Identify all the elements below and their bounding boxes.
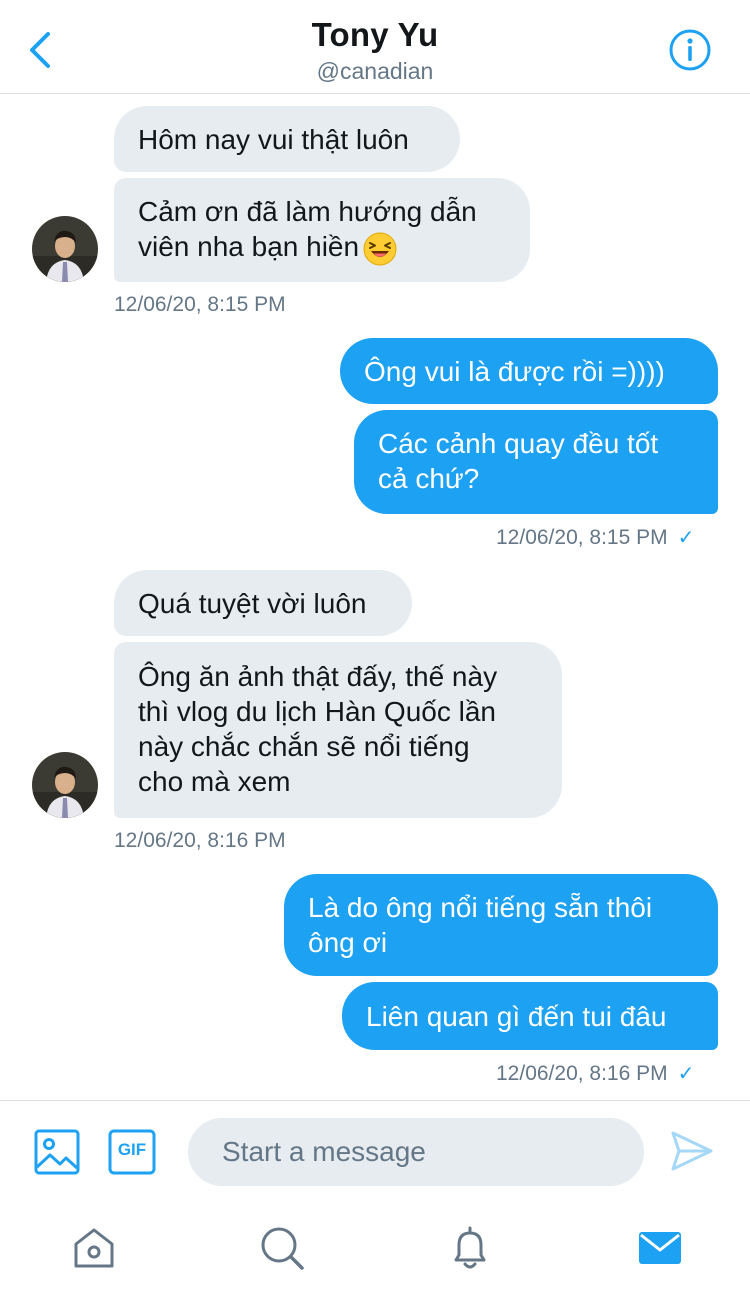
message-text: ông ơi (308, 927, 388, 958)
message-timestamp: 12/06/20, 8:16 PM (114, 829, 286, 852)
message-text: thì vlog du lịch Hàn Quốc lần (138, 696, 496, 727)
message-timestamp: 12/06/20, 8:16 PM ✓ (496, 1061, 694, 1086)
incoming-message-bubble[interactable]: Hôm nay vui thật luôn (114, 106, 460, 172)
messages-icon (639, 1232, 681, 1264)
avatar[interactable] (32, 752, 98, 818)
message-text: Ông vui là được rồi =)))) (364, 355, 665, 387)
message-text: Cảm ơn đã làm hướng dẫn (138, 196, 477, 227)
notifications-icon (454, 1226, 486, 1269)
timestamp-text: 12/06/20, 8:16 PM (496, 1062, 668, 1085)
add-image-button[interactable] (34, 1129, 80, 1175)
message-text: viên nha bạn hiền (138, 231, 360, 262)
message-text: này chắc chắn sẽ nổi tiếng (138, 731, 470, 762)
incoming-message-bubble[interactable]: Cảm ơn đã làm hướng dẫn viên nha bạn hiề… (114, 178, 530, 282)
info-icon (669, 29, 711, 71)
info-button[interactable] (668, 28, 712, 72)
add-gif-button[interactable]: GIF (108, 1129, 156, 1175)
read-check-icon: ✓ (677, 527, 695, 549)
send-icon (671, 1131, 713, 1171)
outgoing-message-bubble[interactable]: Là do ông nổi tiếng sẵn thôi ông ơi (284, 874, 718, 976)
timestamp-text: 12/06/20, 8:15 PM (496, 526, 668, 549)
incoming-message-bubble[interactable]: Ông ăn ảnh thật đấy, thế này thì vlog du… (114, 642, 562, 818)
avatar[interactable] (32, 216, 98, 282)
message-timestamp: 12/06/20, 8:15 PM (114, 293, 286, 316)
image-icon (34, 1129, 80, 1175)
incoming-message-bubble[interactable]: Quá tuyệt vời luôn (114, 570, 412, 636)
contact-name[interactable]: Tony Yu (0, 16, 750, 54)
message-text: Liên quan gì đến tui đâu (366, 1000, 667, 1032)
send-button[interactable] (670, 1129, 714, 1173)
tab-home[interactable] (70, 1224, 118, 1272)
read-check-icon: ✓ (677, 1063, 695, 1085)
message-text: cả chứ? (378, 463, 480, 494)
search-icon (261, 1227, 304, 1270)
avatar-image (32, 216, 98, 282)
outgoing-message-bubble[interactable]: Liên quan gì đến tui đâu (342, 982, 718, 1050)
laughing-face-emoji-icon (363, 232, 397, 266)
gif-label: GIF (117, 1140, 147, 1159)
message-composer: GIF (0, 1100, 750, 1200)
tab-notifications[interactable] (446, 1224, 494, 1272)
conversation-header: Tony Yu @canadian (0, 0, 750, 94)
bottom-tab-bar (0, 1200, 750, 1299)
message-text: Hôm nay vui thật luôn (138, 123, 409, 155)
tab-search[interactable] (258, 1224, 306, 1272)
message-timestamp: 12/06/20, 8:15 PM ✓ (496, 525, 694, 550)
message-text: cho mà xem (138, 766, 291, 797)
outgoing-message-bubble[interactable]: Các cảnh quay đều tốt cả chứ? (354, 410, 718, 514)
outgoing-message-bubble[interactable]: Ông vui là được rồi =)))) (340, 338, 718, 404)
avatar-image (32, 752, 98, 818)
message-text-line: viên nha bạn hiền (138, 229, 506, 266)
message-text: Quá tuyệt vời luôn (138, 587, 367, 619)
tab-messages[interactable] (636, 1224, 684, 1272)
message-text: Các cảnh quay đều tốt (378, 428, 659, 459)
message-input[interactable] (188, 1118, 644, 1186)
home-icon (74, 1228, 114, 1268)
contact-handle: @canadian (316, 58, 434, 84)
message-text: Ông ăn ảnh thật đấy, thế này (138, 661, 498, 692)
message-text: Là do ông nổi tiếng sẵn thôi (308, 892, 653, 923)
